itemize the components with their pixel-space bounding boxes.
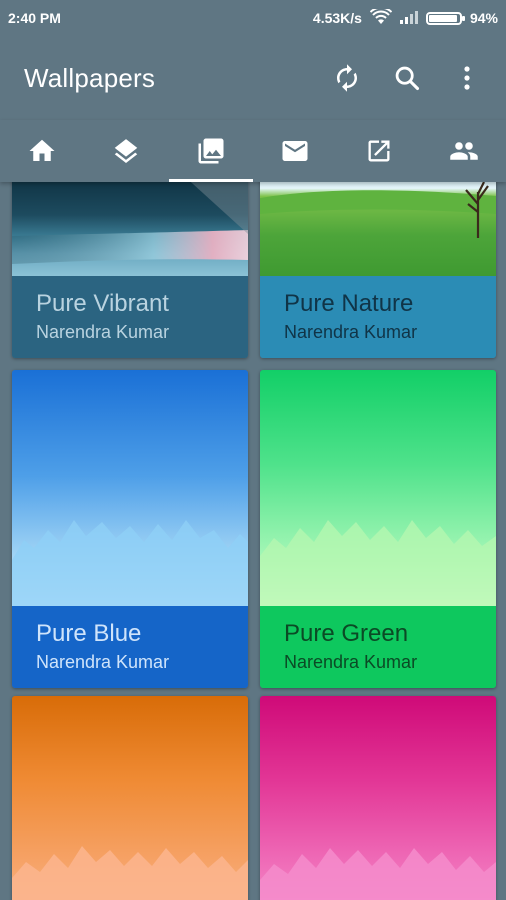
status-time: 2:40 PM: [8, 10, 61, 26]
wallpaper-thumbnail: [12, 182, 248, 276]
wallpaper-card-pure-vibrant[interactable]: Pure Vibrant Narendra Kumar: [12, 182, 248, 358]
cell-signal-icon: [399, 10, 418, 27]
wallpaper-thumbnail: [260, 370, 496, 606]
battery-percent: 94%: [469, 10, 498, 26]
photo-library-icon: [198, 138, 224, 164]
tab-bar: [0, 120, 506, 182]
more-options-button[interactable]: [452, 63, 482, 93]
wallpaper-name: Pure Blue: [36, 620, 142, 647]
tab-layers[interactable]: [84, 120, 168, 182]
wallpaper-caption: Pure Green Narendra Kumar: [260, 606, 496, 688]
wallpaper-grid: Pure Vibrant Narendra Kumar Pure Nature …: [0, 182, 506, 900]
page-title: Wallpapers: [24, 62, 156, 93]
wallpaper-card-pure-green[interactable]: Pure Green Narendra Kumar: [260, 370, 496, 688]
network-speed: 4.53K/s: [312, 10, 362, 26]
open-external-icon: [368, 140, 390, 162]
wallpaper-author: Narendra Kumar: [36, 322, 170, 342]
wallpaper-thumbnail: [260, 182, 496, 276]
wallpaper-author: Narendra Kumar: [284, 322, 418, 342]
app-bar-actions: [332, 63, 482, 93]
wallpaper-caption: Pure Blue Narendra Kumar: [12, 606, 248, 688]
wallpaper-card-pure-nature[interactable]: Pure Nature Narendra Kumar: [260, 182, 496, 358]
wifi-icon: [369, 6, 393, 28]
battery-icon: [425, 11, 465, 25]
refresh-button[interactable]: [332, 63, 362, 93]
search-button[interactable]: [392, 63, 422, 93]
tab-open-external[interactable]: [337, 120, 421, 182]
tab-people[interactable]: [422, 120, 506, 182]
status-indicators: 4.53K/s 94%: [312, 6, 498, 28]
wallpaper-card-orange[interactable]: [12, 696, 248, 900]
wallpaper-thumbnail: [12, 696, 248, 900]
app-bar: Wallpapers: [0, 36, 506, 120]
home-icon: [29, 139, 55, 161]
wallpaper-thumbnail: [260, 696, 496, 900]
wallpaper-caption: Pure Nature Narendra Kumar: [260, 276, 496, 358]
status-bar: 2:40 PM 4.53K/s 94%: [0, 0, 506, 36]
tab-home[interactable]: [0, 120, 84, 182]
search-icon: [395, 66, 420, 91]
mail-icon: [282, 141, 308, 161]
wallpaper-caption: Pure Vibrant Narendra Kumar: [12, 276, 248, 358]
wallpaper-card-pure-blue[interactable]: Pure Blue Narendra Kumar: [12, 370, 248, 688]
layers-icon: [115, 139, 138, 163]
wallpaper-author: Narendra Kumar: [284, 652, 418, 672]
refresh-icon: [337, 64, 357, 92]
wallpaper-card-pink[interactable]: [260, 696, 496, 900]
people-icon: [450, 142, 478, 160]
tab-wallpapers[interactable]: [168, 120, 254, 182]
wallpaper-name: Pure Green: [284, 620, 409, 647]
tab-mail[interactable]: [253, 120, 337, 182]
wallpaper-thumbnail: [12, 370, 248, 606]
more-vert-icon: [464, 66, 470, 90]
wallpaper-author: Narendra Kumar: [36, 652, 170, 672]
wallpaper-name: Pure Vibrant: [36, 290, 169, 317]
wallpaper-name: Pure Nature: [284, 290, 414, 317]
